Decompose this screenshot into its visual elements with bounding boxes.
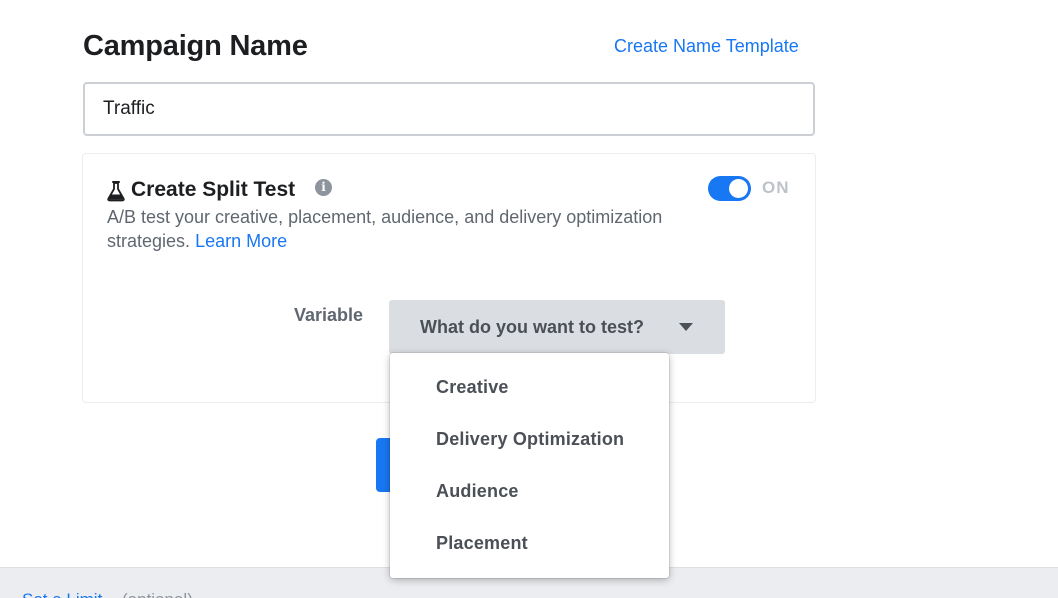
info-icon[interactable]: i — [315, 179, 332, 196]
create-name-template-link[interactable]: Create Name Template — [614, 36, 799, 57]
campaign-name-title: Campaign Name — [83, 30, 308, 62]
split-test-description-text: A/B test your creative, placement, audie… — [107, 207, 663, 251]
variable-select-text: What do you want to test? — [420, 317, 644, 337]
set-limit-optional-label: (optional) — [122, 590, 193, 598]
caret-down-icon — [679, 323, 693, 331]
variable-dropdown-menu: Creative Delivery Optimization Audience … — [390, 353, 669, 578]
split-test-toggle[interactable] — [708, 176, 751, 201]
learn-more-link[interactable]: Learn More — [195, 231, 287, 251]
split-test-title: Create Split Test — [131, 178, 296, 201]
toggle-state-label: ON — [762, 178, 790, 197]
set-limit-link[interactable]: Set a Limit — [22, 590, 102, 598]
variable-select[interactable]: What do you want to test? — [389, 300, 725, 354]
dropdown-option-placement[interactable]: Placement — [390, 517, 669, 569]
split-test-description: A/B test your creative, placement, audie… — [107, 205, 667, 253]
flask-icon — [107, 181, 125, 202]
variable-label: Variable — [294, 305, 364, 325]
campaign-name-input[interactable] — [83, 82, 815, 136]
dropdown-option-delivery-optimization[interactable]: Delivery Optimization — [390, 413, 669, 465]
dropdown-option-audience[interactable]: Audience — [390, 465, 669, 517]
dropdown-option-creative[interactable]: Creative — [390, 361, 669, 413]
toggle-knob — [729, 179, 748, 198]
